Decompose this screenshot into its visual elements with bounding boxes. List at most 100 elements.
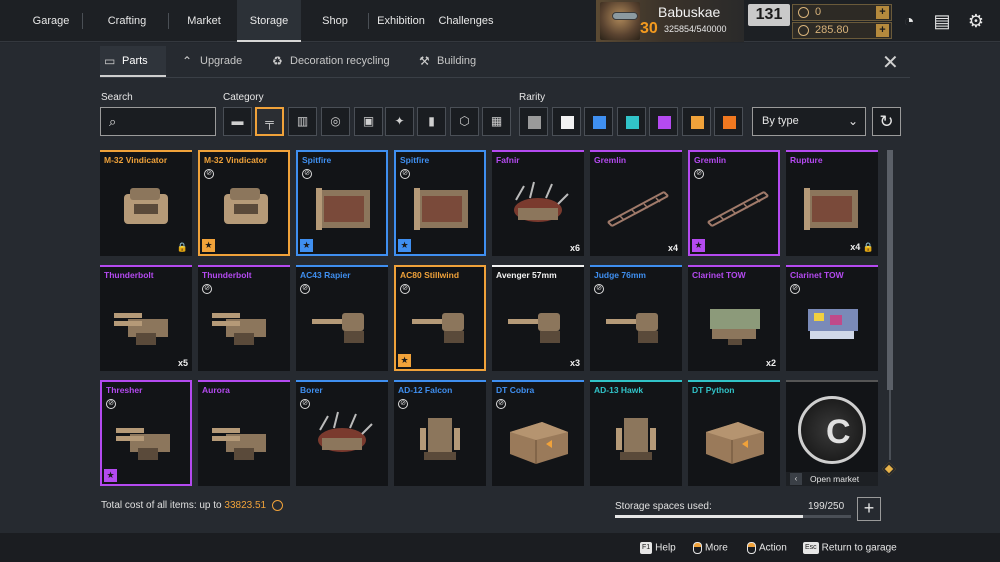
total-cost-label: Total cost of all items: up to: [101, 500, 222, 512]
hint-more[interactable]: More: [693, 542, 728, 554]
player-profile[interactable]: Babuskae 30 325854/540000: [596, 0, 744, 42]
rarity-filter-2[interactable]: [584, 107, 613, 136]
item-name: Clarinet TOW: [692, 270, 746, 280]
nav-storage[interactable]: Storage: [237, 0, 301, 42]
item-card[interactable]: Clarinet TOW ⊘: [786, 265, 878, 371]
category-weapon-icon[interactable]: ╤: [255, 107, 284, 136]
item-card[interactable]: AD-12 Falcon ⊘: [394, 380, 486, 486]
currency-coins[interactable]: 285.80 +: [792, 22, 892, 39]
tab-decoration-recycling[interactable]: ♻ Decoration recycling: [268, 46, 396, 77]
category-frame-icon[interactable]: ▣: [354, 107, 383, 136]
category-paint-icon[interactable]: ▮: [417, 107, 446, 136]
add-coins-icon[interactable]: +: [876, 24, 889, 37]
rarity-filter-1[interactable]: [551, 107, 581, 136]
refresh-button[interactable]: ↻: [872, 107, 901, 136]
settings-gear-icon[interactable]: ⚙: [965, 10, 987, 32]
item-card[interactable]: Rupture x4 🔒: [786, 150, 878, 256]
rarity-filter-3[interactable]: [616, 107, 646, 136]
item-image: [502, 408, 574, 466]
currency-primary-value: 0: [815, 6, 822, 18]
item-card[interactable]: Gremlin ⊘ ★: [688, 150, 780, 256]
item-card[interactable]: DT Python: [688, 380, 780, 486]
open-market-tile[interactable]: C ‹ Open market: [786, 380, 878, 486]
hint-bar: F1 Help More Action Esc Return to garage: [0, 533, 1000, 562]
star-icon: ★: [692, 239, 705, 252]
rarity-filter-5[interactable]: [681, 107, 711, 136]
tab-building[interactable]: ⚒ Building: [415, 46, 485, 77]
recycling-icon: ♻: [272, 54, 283, 68]
item-card[interactable]: Fafnir x6: [492, 150, 584, 256]
coin-icon: [271, 500, 283, 511]
item-card[interactable]: AD-13 Hawk: [590, 380, 682, 486]
item-card[interactable]: Judge 76mm ⊘: [590, 265, 682, 371]
nav-challenges[interactable]: Challenges: [434, 0, 498, 42]
item-card[interactable]: Thresher ⊘ ★: [100, 380, 192, 486]
nav-market[interactable]: Market: [176, 0, 232, 42]
upgrade-icon: ⌃: [182, 54, 193, 68]
tab-parts[interactable]: ▭ Parts: [100, 46, 166, 77]
item-name: M-32 Vindicator: [104, 155, 168, 165]
currency-coins-value: 285.80: [815, 24, 849, 36]
nav-garage[interactable]: Garage: [20, 0, 82, 42]
chevron-down-icon: ⌄: [847, 114, 858, 128]
item-card[interactable]: Spitfire ⊘ ★: [296, 150, 388, 256]
item-card[interactable]: Borer ⊘: [296, 380, 388, 486]
category-decor-icon[interactable]: ✦: [385, 107, 414, 136]
engineer-level-badge[interactable]: 131: [748, 4, 790, 26]
item-name: DT Cobra: [496, 385, 535, 395]
item-card[interactable]: Spitfire ⊘ ★: [394, 150, 486, 256]
item-image: [306, 293, 378, 351]
item-card[interactable]: AC80 Stillwind ⊘ ★: [394, 265, 486, 371]
tab-upgrade[interactable]: ⌃ Upgrade: [178, 46, 250, 77]
item-card[interactable]: Aurora: [198, 380, 290, 486]
item-card[interactable]: AC43 Rapier ⊘: [296, 265, 388, 371]
rarity-filter-6[interactable]: [714, 107, 743, 136]
expand-storage-button[interactable]: +: [857, 497, 881, 521]
item-card[interactable]: M-32 Vindicator 🔒: [100, 150, 192, 256]
item-quantity: x6: [569, 243, 580, 253]
rarity-filter-4[interactable]: [649, 107, 678, 136]
hint-help[interactable]: F1 Help: [640, 542, 676, 554]
nav-crafting[interactable]: Crafting: [92, 0, 162, 42]
hint-label: Return to garage: [821, 542, 897, 554]
nav-shop[interactable]: Shop: [306, 0, 364, 42]
search-input[interactable]: [125, 112, 211, 131]
item-card[interactable]: M-32 Vindicator ⊘ ★: [198, 150, 290, 256]
item-image: [698, 408, 770, 466]
scrollbar[interactable]: [881, 150, 897, 478]
currency-primary[interactable]: 0 +: [792, 4, 892, 21]
category-module-icon[interactable]: ▥: [288, 107, 317, 136]
chat-icon[interactable]: ▤: [931, 10, 953, 32]
item-quantity: x2: [765, 358, 776, 368]
category-all-icon[interactable]: ▦: [482, 107, 511, 136]
hint-return[interactable]: Esc Return to garage: [803, 542, 897, 554]
category-cabin-icon[interactable]: ▬: [223, 107, 252, 136]
esc-key-icon: Esc: [803, 542, 819, 554]
close-icon[interactable]: ✕: [882, 50, 899, 75]
rarity-swatch: [593, 116, 606, 129]
rarity-filter-0[interactable]: [519, 107, 548, 136]
item-card[interactable]: DT Cobra ⊘: [492, 380, 584, 486]
item-image: [600, 293, 672, 351]
nav-exhibition[interactable]: Exhibition: [372, 0, 430, 42]
hint-action[interactable]: Action: [747, 542, 787, 554]
item-name: Gremlin: [594, 155, 627, 165]
add-currency-icon[interactable]: +: [876, 6, 889, 19]
item-quantity: x3: [569, 358, 580, 368]
item-card[interactable]: Clarinet TOW x2: [688, 265, 780, 371]
category-movement-icon[interactable]: ◎: [321, 107, 350, 136]
item-name: Judge 76mm: [594, 270, 646, 280]
star-icon: ★: [202, 239, 215, 252]
item-card[interactable]: Gremlin x4: [590, 150, 682, 256]
speedometer-icon[interactable]: ◔: [898, 10, 920, 32]
item-card[interactable]: Avenger 57mm x3: [492, 265, 584, 371]
search-field[interactable]: ⌕: [100, 107, 216, 136]
item-image: [110, 293, 182, 351]
items-grid: M-32 Vindicator 🔒 M-32 Vindicator ⊘ ★ Spitfir…: [100, 150, 880, 488]
scroll-thumb[interactable]: [887, 150, 893, 390]
top-nav: Garage Crafting Market Storage Shop Exhi…: [0, 0, 1000, 42]
category-resource-icon[interactable]: ⬡: [450, 107, 479, 136]
item-card[interactable]: Thunderbolt x5: [100, 265, 192, 371]
item-card[interactable]: Thunderbolt ⊘: [198, 265, 290, 371]
sort-select[interactable]: By type ⌄: [752, 107, 866, 136]
